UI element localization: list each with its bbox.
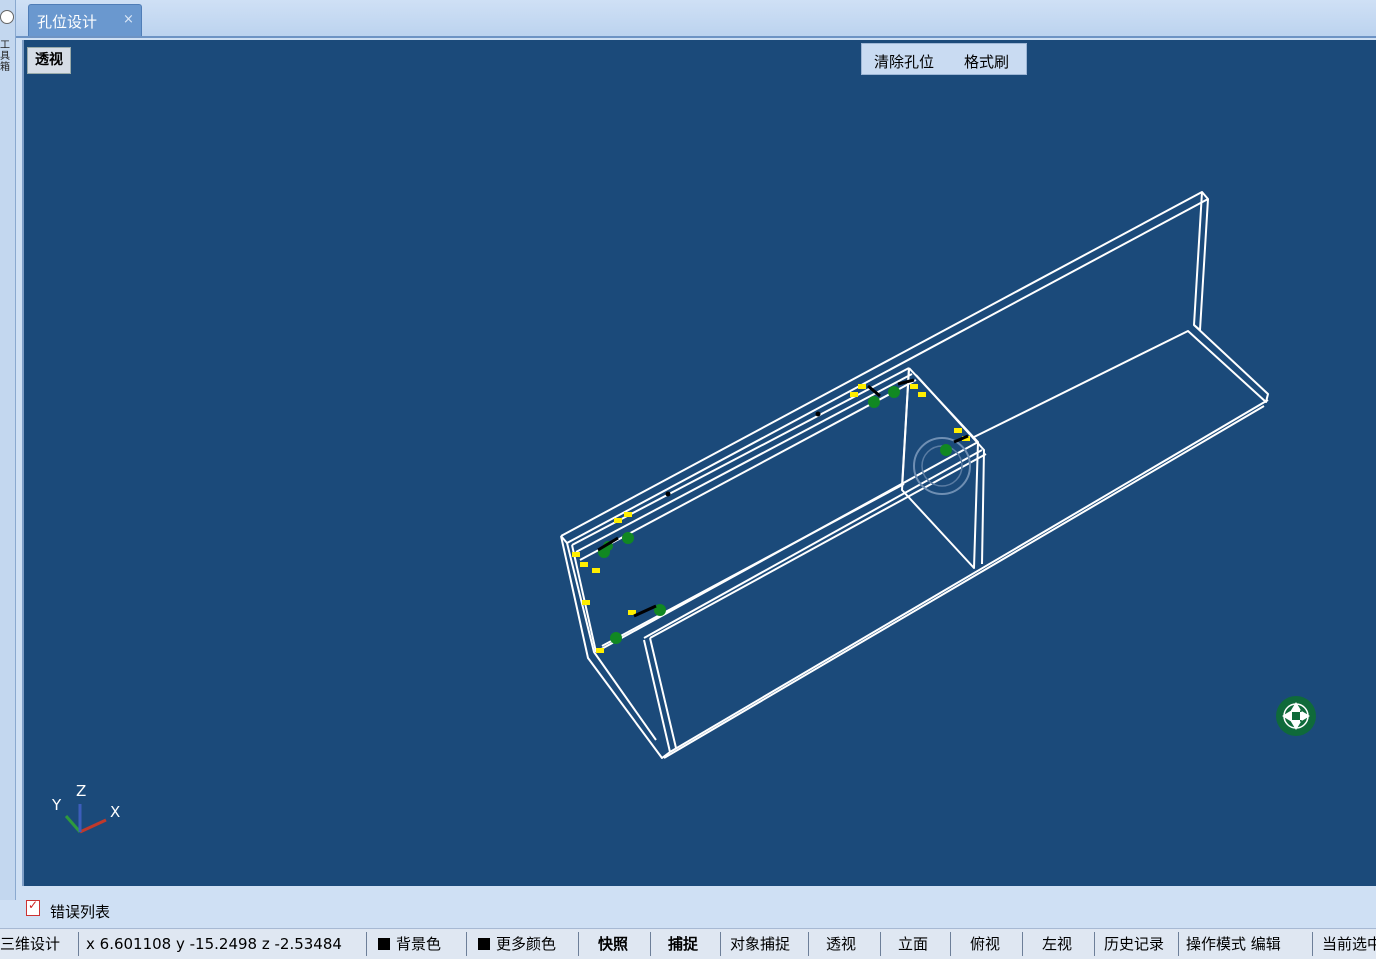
- orbit-navigation-icon[interactable]: [1276, 696, 1316, 736]
- shelf-back: [601, 483, 905, 647]
- operation-mode[interactable]: 操作模式 编辑: [1186, 929, 1304, 959]
- hole-markers: [572, 378, 970, 653]
- snap-button[interactable]: 捕捉: [668, 929, 708, 959]
- axis-x-label: X: [110, 803, 121, 821]
- left-toolbox-strip[interactable]: 工具箱: [0, 0, 16, 900]
- clear-holes-button[interactable]: 清除孔位: [874, 51, 934, 72]
- gear-icon[interactable]: [0, 10, 14, 24]
- cabinet-left-front-2: [649, 637, 677, 749]
- history-button[interactable]: 历史记录: [1104, 929, 1176, 959]
- background-color-button[interactable]: 背景色: [378, 929, 462, 959]
- current-selection: 当前选中: [1322, 935, 1376, 953]
- cabinet-left-front: [643, 639, 671, 753]
- object-snap-button[interactable]: 对象捕捉: [730, 929, 804, 959]
- shelf-front-2: [643, 449, 983, 639]
- black-swatch-icon: [478, 938, 490, 950]
- perspective-button[interactable]: 透视: [27, 47, 71, 74]
- error-list-label[interactable]: 错误列表: [50, 901, 110, 922]
- 3d-viewport[interactable]: 透视 清除孔位 格式刷 Z Y X: [22, 40, 1376, 886]
- more-colors-button[interactable]: 更多颜色: [478, 929, 574, 959]
- tab-label: 孔位设计: [37, 13, 98, 31]
- 3d-scene[interactable]: [24, 40, 1376, 886]
- snapshot-button[interactable]: 快照: [598, 929, 638, 959]
- axis-indicator: [64, 804, 107, 834]
- status-coords: x 6.601108 y -15.2498 z -2.53484: [86, 935, 342, 953]
- toolbox-label: 工具箱: [0, 40, 10, 73]
- perspective-view-button[interactable]: 透视: [826, 929, 866, 959]
- viewport-toolbar: 清除孔位 格式刷: [861, 43, 1027, 75]
- left-view-button[interactable]: 左视: [1042, 929, 1082, 959]
- status-mode: 三维设计: [0, 935, 61, 953]
- tab-bar: 孔位设计 ×: [16, 0, 1376, 38]
- top-rail-2: [575, 373, 913, 553]
- error-list-bar[interactable]: 错误列表: [16, 890, 1376, 928]
- tab-hole-design[interactable]: 孔位设计 ×: [28, 4, 142, 36]
- back-panel-top-edge: [560, 191, 1209, 544]
- axis-z-label: Z: [76, 782, 87, 800]
- back-panel-right-edge: [1193, 191, 1209, 331]
- top-view-button[interactable]: 俯视: [970, 929, 1010, 959]
- black-swatch-icon: [378, 938, 390, 950]
- axis-y-label: Y: [52, 796, 62, 814]
- bottom-front-edge: [669, 399, 1269, 753]
- clipboard-check-icon: [26, 898, 40, 916]
- shelf-front-3: [649, 453, 987, 639]
- bottom-panel: [971, 324, 1269, 439]
- format-brush-button[interactable]: 格式刷: [964, 51, 1009, 72]
- elevation-view-button[interactable]: 立面: [898, 929, 938, 959]
- status-bar: 三维设计 x 6.601108 y -15.2498 z -2.53484 背景…: [0, 928, 1376, 959]
- close-icon[interactable]: ×: [123, 12, 134, 27]
